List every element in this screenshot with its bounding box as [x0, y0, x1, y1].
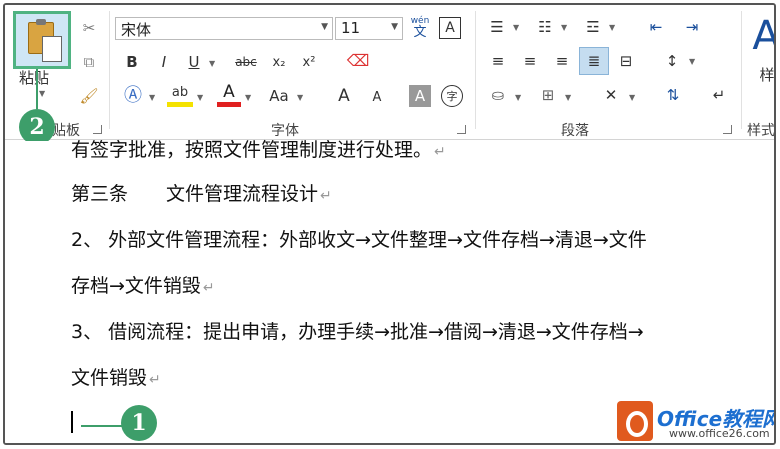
marker-leader-1: [81, 425, 123, 427]
text-effects-icon[interactable]: Ⓐ: [121, 85, 145, 107]
line-text: 有签字批准，按照文件管理制度进行处理。: [71, 139, 433, 161]
paragraph-launcher-icon[interactable]: [723, 125, 732, 134]
divider: [475, 11, 476, 129]
paste-dropdown-arrow[interactable]: ▼: [39, 89, 45, 98]
line-text: 第三条 文件管理流程设计: [71, 183, 319, 205]
font-name-value: 宋体: [121, 21, 152, 39]
doc-line-1: 有签字批准，按照文件管理制度进行处理。 ↵: [71, 135, 446, 162]
styles-group-label: 样式: [747, 123, 775, 139]
font-size-combo[interactable]: 11 ▼: [335, 17, 403, 40]
doc-line-3: 2、 外部文件管理流程：外部收文→文件整理→文件存档→清退→文件: [71, 225, 647, 252]
style-label: 样: [759, 65, 775, 84]
marker-leader-2: [36, 69, 38, 109]
text-cursor: [71, 411, 73, 433]
word-window: 粘贴 ▼ ✂ ⧉ 🖌 剪贴板 宋体 ▼ 11 ▼ wén 文 A B I U ▼…: [3, 3, 776, 445]
paragraph-mark: ↵: [149, 372, 161, 388]
subscript-button[interactable]: x₂: [267, 51, 291, 73]
document-page[interactable]: 有签字批准，按照文件管理制度进行处理。 ↵ 第三条 文件管理流程设计 ↵ 2、 外部…: [5, 139, 774, 443]
multilevel-dropdown[interactable]: ▼: [609, 23, 615, 32]
multilevel-list-icon[interactable]: ☲: [581, 15, 605, 39]
font-name-combo[interactable]: 宋体 ▼: [115, 17, 333, 40]
change-case-button[interactable]: Aa: [265, 85, 293, 107]
line-text: 2、 外部文件管理流程：外部收文→文件整理→文件存档→清退→文件: [71, 229, 647, 251]
line-spacing-icon[interactable]: ↕: [659, 49, 685, 73]
grow-font-button[interactable]: A: [333, 85, 355, 107]
numbering-icon[interactable]: ☷: [533, 15, 557, 39]
enclose-characters-button[interactable]: 字: [441, 85, 463, 107]
justify-icon[interactable]: ≣: [579, 47, 609, 75]
chevron-down-icon: ▼: [391, 22, 398, 32]
strikethrough-button[interactable]: abc: [231, 51, 261, 73]
increase-indent-icon[interactable]: ⇥: [679, 15, 705, 39]
align-right-icon[interactable]: ≡: [549, 49, 575, 73]
watermark-url: www.office26.com: [669, 427, 770, 440]
underline-button[interactable]: U: [183, 51, 205, 73]
highlight-button[interactable]: ab: [167, 83, 193, 107]
doc-line-2: 第三条 文件管理流程设计 ↵: [71, 179, 332, 206]
character-border-icon[interactable]: A: [439, 17, 461, 39]
paragraph-mark: ↵: [434, 144, 446, 160]
underline-dropdown[interactable]: ▼: [209, 59, 215, 68]
cut-icon[interactable]: ✂: [77, 17, 101, 39]
office-logo-icon: [617, 401, 653, 441]
align-center-icon[interactable]: ≡: [517, 49, 543, 73]
borders-icon[interactable]: ⊞: [535, 83, 561, 107]
bold-button[interactable]: B: [121, 51, 143, 73]
chinese-layout-icon[interactable]: ✕: [597, 83, 625, 107]
highlight-dropdown[interactable]: ▼: [197, 93, 203, 102]
watermark: Office教程网 www.office26.com: [617, 401, 774, 443]
divider: [109, 11, 110, 129]
paragraph-mark: ↵: [202, 280, 215, 296]
paragraph-group-label: 段落: [561, 123, 589, 139]
doc-line-5: 3、 借阅流程：提出申请，办理手续→批准→借阅→清退→文件存档→: [71, 317, 644, 344]
line-text: 文件销毁: [71, 367, 148, 389]
line-spacing-dropdown[interactable]: ▼: [689, 57, 695, 66]
shading-icon[interactable]: ⛀: [485, 83, 511, 107]
bullets-dropdown[interactable]: ▼: [513, 23, 519, 32]
doc-line-4: 存档→文件销毁 ↵: [71, 271, 215, 298]
bullets-icon[interactable]: ☰: [485, 15, 509, 39]
ribbon: 粘贴 ▼ ✂ ⧉ 🖌 剪贴板 宋体 ▼ 11 ▼ wén 文 A B I U ▼…: [5, 5, 775, 145]
text-effects-dropdown[interactable]: ▼: [149, 93, 155, 102]
character-shading-button[interactable]: A: [409, 85, 431, 107]
format-painter-icon[interactable]: 🖌: [77, 85, 101, 107]
paragraph-mark: ↵: [320, 188, 332, 204]
phonetic-guide-icon[interactable]: wén 文: [407, 13, 433, 43]
chevron-down-icon: ▼: [321, 22, 328, 32]
line-text: 3、 借阅流程：提出申请，办理手续→批准→借阅→清退→文件存档→: [71, 321, 644, 343]
font-color-dropdown[interactable]: ▼: [245, 93, 251, 102]
line-text: 存档→文件销毁: [71, 275, 201, 297]
decrease-indent-icon[interactable]: ⇤: [643, 15, 669, 39]
font-color-button[interactable]: A: [217, 83, 241, 107]
clear-formatting-icon[interactable]: ⌫: [345, 49, 371, 73]
align-left-icon[interactable]: ≡: [485, 49, 511, 73]
paste-sheet-icon: [42, 36, 62, 62]
shrink-font-button[interactable]: A: [367, 87, 387, 107]
distributed-icon[interactable]: ⊟: [613, 49, 639, 73]
copy-icon[interactable]: ⧉: [77, 51, 101, 73]
font-launcher-icon[interactable]: [457, 125, 466, 134]
doc-line-6: 文件销毁 ↵: [71, 363, 161, 390]
superscript-button[interactable]: x²: [297, 51, 321, 73]
clipboard-launcher-icon[interactable]: [93, 125, 102, 134]
sort-icon[interactable]: ⇅: [661, 83, 685, 107]
font-size-value: 11: [341, 19, 361, 37]
borders-dropdown[interactable]: ▼: [565, 93, 571, 102]
paste-label: 粘贴: [19, 69, 50, 87]
italic-button[interactable]: I: [153, 51, 175, 73]
numbering-dropdown[interactable]: ▼: [561, 23, 567, 32]
paste-button[interactable]: [13, 11, 71, 69]
divider: [741, 11, 742, 129]
phonetic-char: 文: [413, 25, 427, 40]
shading-dropdown[interactable]: ▼: [515, 93, 521, 102]
show-marks-icon[interactable]: ↵: [707, 83, 731, 107]
style-preview-icon[interactable]: A: [751, 13, 774, 59]
chinese-layout-dropdown[interactable]: ▼: [629, 93, 635, 102]
change-case-dropdown[interactable]: ▼: [297, 93, 303, 102]
step-marker-2: 2: [19, 109, 55, 145]
step-marker-1: 1: [121, 405, 157, 441]
